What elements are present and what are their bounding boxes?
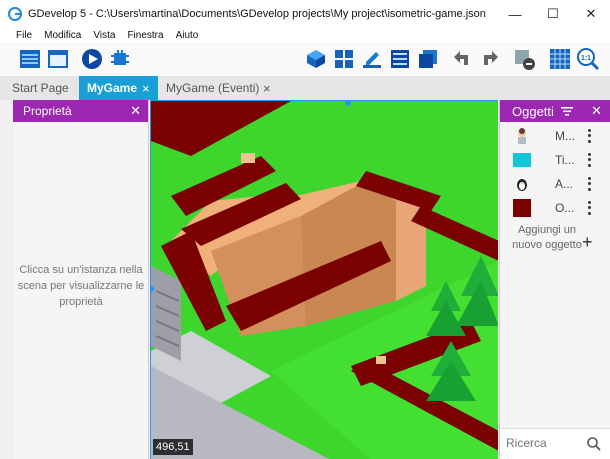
menu-aiuto[interactable]: Aiuto — [170, 30, 205, 41]
layers-list-icon[interactable] — [388, 47, 412, 71]
tab-start-page-label: Start Page — [12, 81, 69, 95]
cursor-coordinates: 496,51 — [153, 439, 193, 455]
close-panel-icon[interactable]: ✕ — [130, 103, 141, 119]
scene-canvas[interactable]: 496,51 — [150, 100, 498, 459]
left-strip — [0, 100, 13, 459]
crate-icon — [241, 153, 255, 163]
properties-panel-header: Proprietà ✕ — [13, 100, 148, 122]
gdevelop-logo-icon — [8, 7, 22, 21]
object-list-item[interactable]: A... — [500, 172, 610, 196]
menu-vista[interactable]: Vista — [87, 30, 121, 41]
close-tab-icon[interactable]: × — [263, 76, 271, 100]
add-instance-icon[interactable] — [304, 47, 328, 71]
more-options-icon[interactable] — [585, 152, 593, 168]
edit-properties-icon[interactable] — [360, 47, 384, 71]
redo-icon[interactable] — [478, 47, 502, 71]
preview-play-icon[interactable] — [80, 47, 104, 71]
cyan-tile — [513, 153, 531, 167]
menu-bar: File Modifica Vista Finestra Aiuto — [0, 28, 610, 42]
object-name: A... — [555, 177, 574, 191]
scene-editor-icon[interactable] — [46, 47, 70, 71]
object-groups-icon[interactable] — [416, 47, 440, 71]
instances-list-icon[interactable] — [332, 47, 356, 71]
stairs-block — [151, 266, 181, 361]
tab-mygame-events[interactable]: MyGame (Eventi) × — [158, 76, 278, 100]
object-list-item[interactable]: O... — [500, 196, 610, 220]
add-object-label[interactable]: Aggiungi un nuovo oggetto — [512, 223, 582, 253]
object-list-item[interactable]: Ti... — [500, 148, 610, 172]
search-icon[interactable] — [586, 436, 602, 452]
maximize-button[interactable]: ☐ — [534, 0, 572, 28]
object-search-bar — [500, 428, 610, 459]
close-tab-icon[interactable]: × — [142, 76, 150, 100]
tab-mygame-scene[interactable]: MyGame × — [79, 76, 158, 100]
debugger-icon[interactable] — [108, 47, 132, 71]
crate-icon — [376, 356, 386, 364]
tab-start-page[interactable]: Start Page — [0, 76, 79, 100]
zoom-reset-icon[interactable]: 1:1 — [576, 47, 600, 71]
toolbar: 1:1 — [0, 42, 610, 76]
search-input[interactable] — [506, 436, 578, 450]
grid-icon[interactable] — [548, 47, 572, 71]
properties-empty-message: Clicca su un'istanza nella scena per vis… — [17, 264, 145, 308]
properties-panel: Proprietà ✕ Clicca su un'istanza nella s… — [13, 100, 149, 459]
objects-panel-title: Oggetti — [512, 103, 554, 119]
object-name: M... — [555, 129, 575, 143]
character-icon — [518, 128, 526, 144]
close-panel-icon[interactable]: ✕ — [591, 103, 602, 119]
object-name: O... — [555, 201, 575, 215]
add-object-icon[interactable]: + — [582, 232, 593, 253]
svg-text:1:1: 1:1 — [581, 55, 591, 62]
project-manager-icon[interactable] — [18, 47, 42, 71]
delete-selection-icon[interactable] — [512, 47, 536, 71]
objects-panel: Oggetti ✕ M... Ti... A... O... Aggiungi … — [499, 100, 610, 459]
undo-icon[interactable] — [450, 47, 474, 71]
object-list-item[interactable]: M... — [500, 124, 610, 148]
properties-panel-title: Proprietà — [23, 104, 72, 118]
window-title: GDevelop 5 - C:\Users\martina\Documents\… — [28, 8, 486, 20]
close-window-button[interactable]: ✕ — [572, 0, 610, 28]
title-bar: GDevelop 5 - C:\Users\martina\Documents\… — [0, 0, 610, 28]
filter-icon[interactable] — [560, 104, 574, 118]
gdevelop-window: GDevelop 5 - C:\Users\martina\Documents\… — [0, 0, 610, 459]
objects-panel-header: Oggetti ✕ — [500, 100, 610, 122]
minimize-button[interactable]: — — [496, 0, 534, 28]
more-options-icon[interactable] — [585, 200, 593, 216]
menu-modifica[interactable]: Modifica — [38, 30, 87, 41]
menu-file[interactable]: File — [0, 30, 38, 41]
more-options-icon[interactable] — [585, 128, 593, 144]
more-options-icon[interactable] — [585, 176, 593, 192]
menu-finestra[interactable]: Finestra — [121, 30, 169, 41]
isometric-scene-view[interactable] — [151, 101, 498, 459]
editor-tab-bar: Start Page MyGame × MyGame (Eventi) × — [0, 76, 610, 100]
tab-mygame-label: MyGame — [87, 81, 138, 95]
penguin-icon — [517, 179, 527, 191]
tab-events-label: MyGame (Eventi) — [166, 81, 260, 95]
object-name: Ti... — [555, 153, 575, 167]
dark-red-tile — [513, 199, 531, 217]
